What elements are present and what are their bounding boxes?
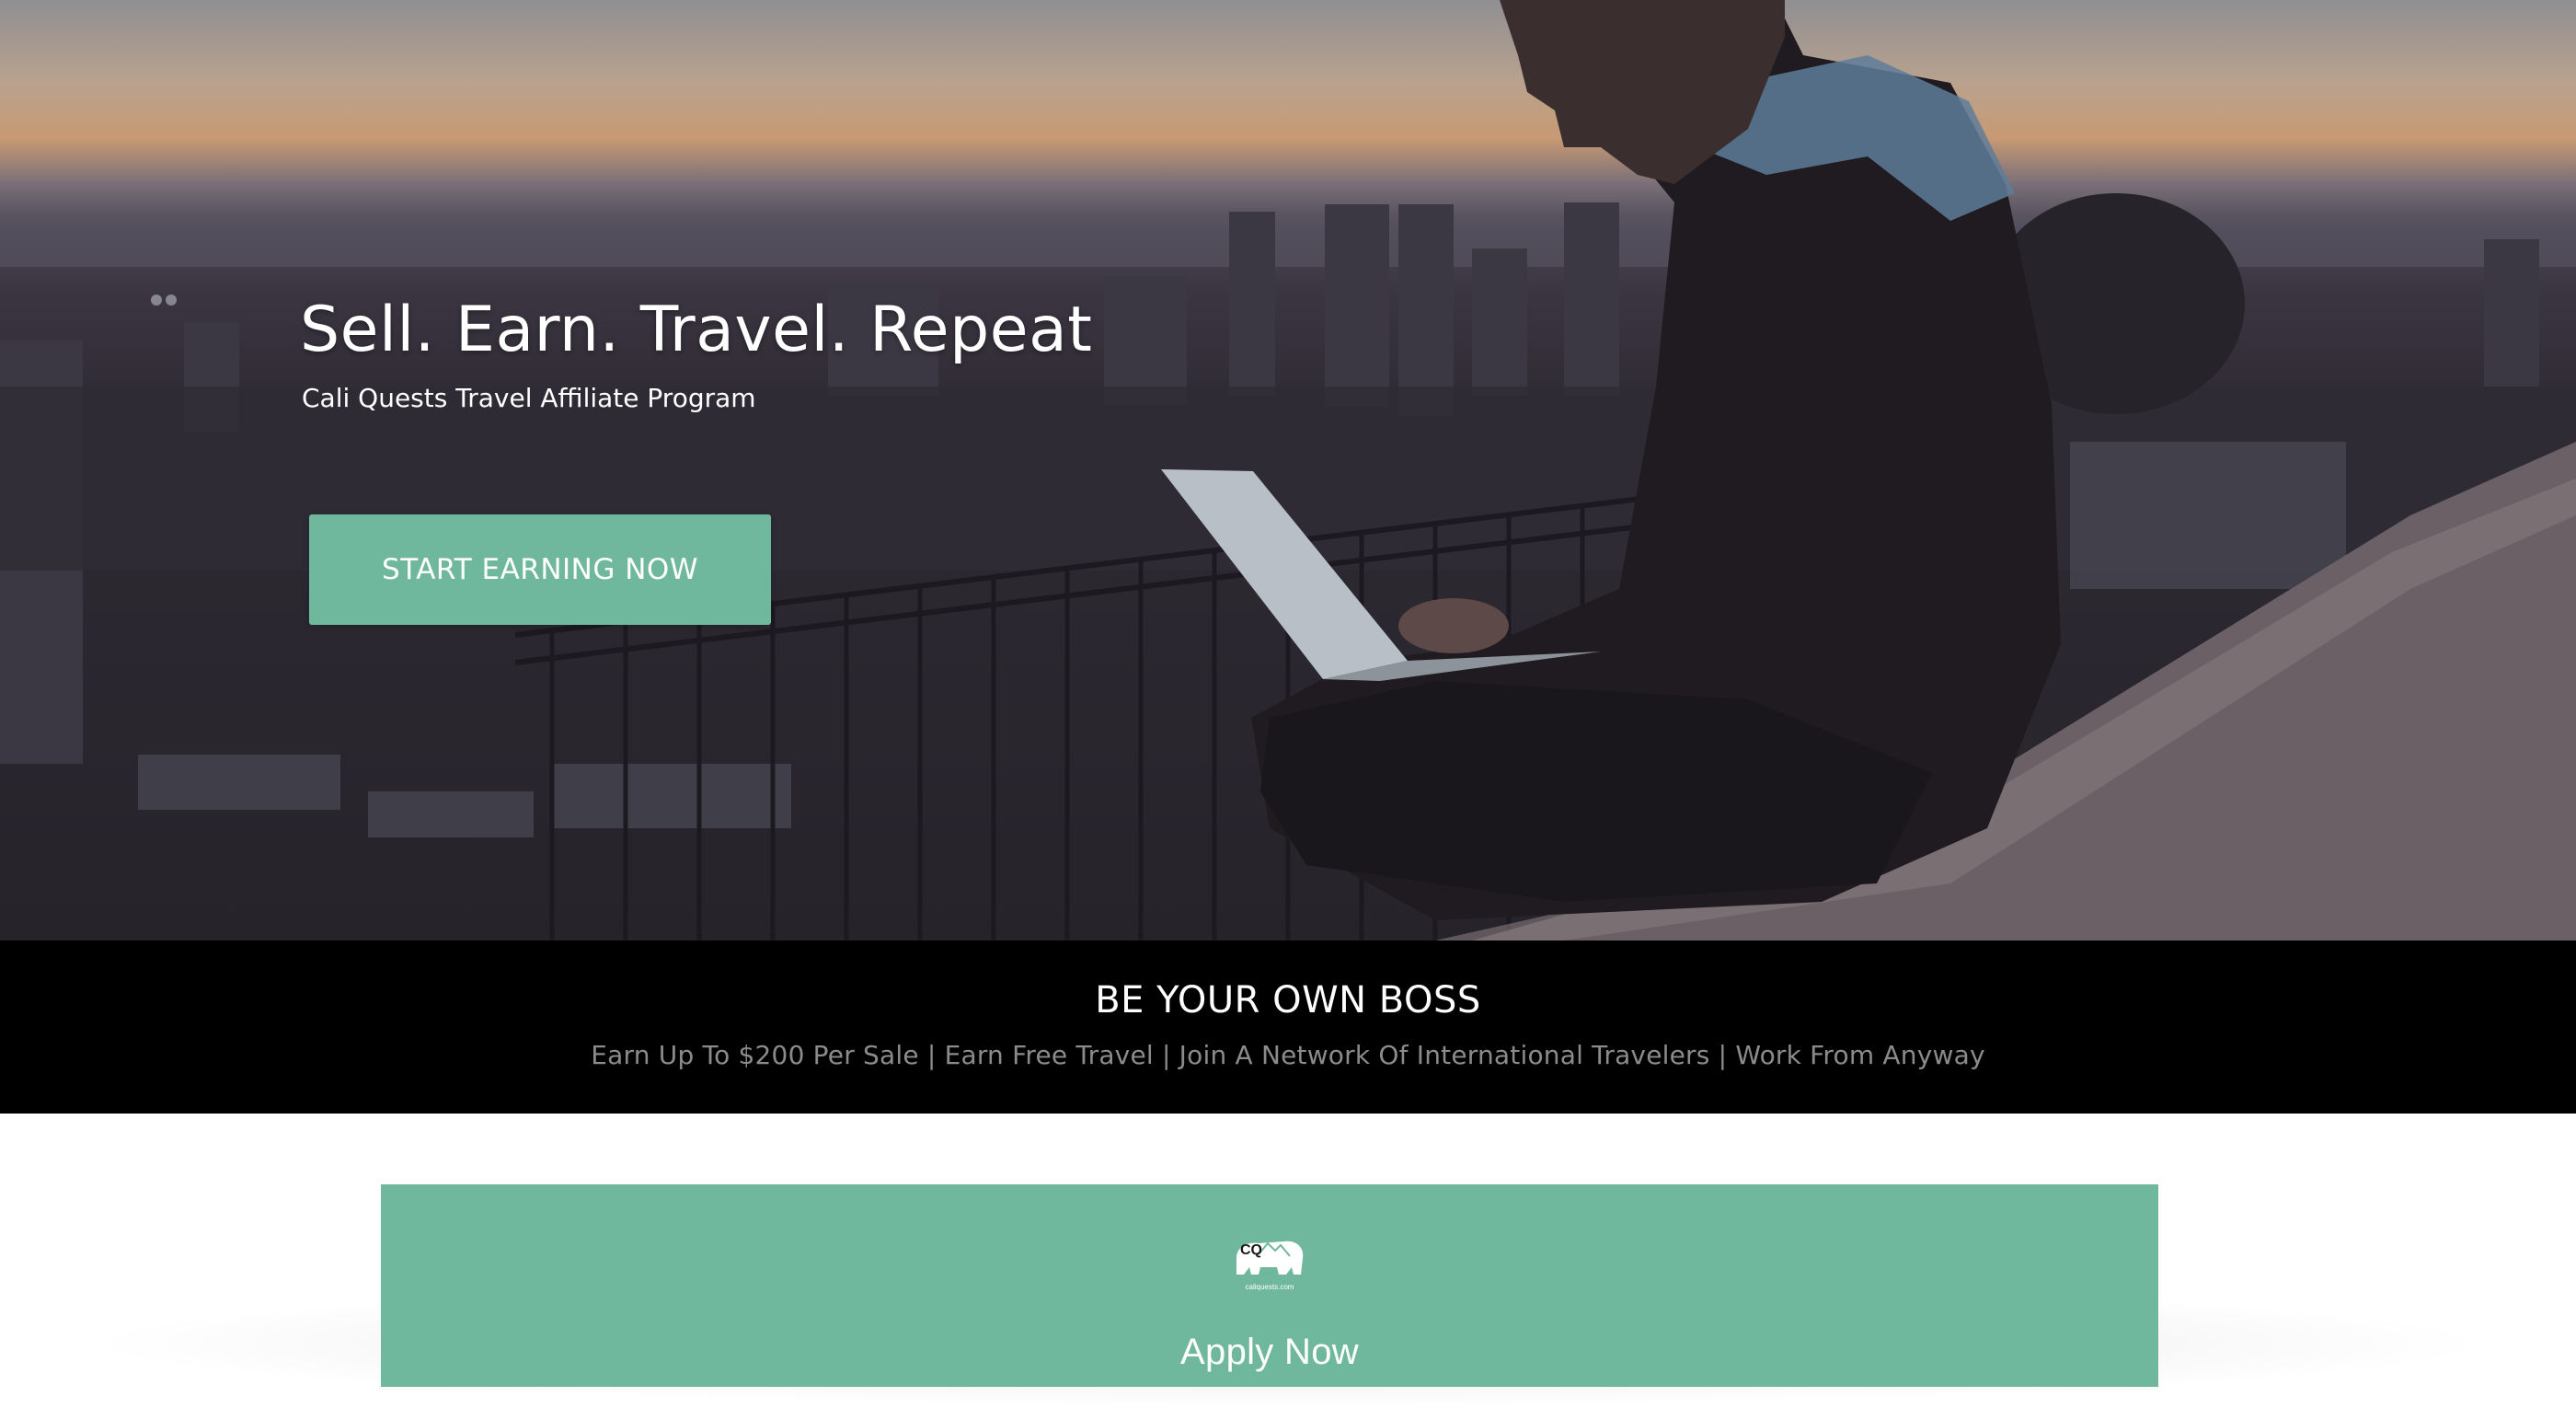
logo-caption: caliquests.com bbox=[1246, 1283, 1294, 1291]
boss-subtitle: Earn Up To $200 Per Sale | Earn Free Tra… bbox=[591, 1040, 1985, 1070]
apply-now-heading[interactable]: Apply Now bbox=[381, 1332, 2158, 1373]
slider-dots[interactable] bbox=[151, 294, 177, 306]
slider-dot[interactable] bbox=[151, 294, 162, 306]
logo-text: CQ bbox=[1240, 1242, 1262, 1258]
hero-section: Sell. Earn. Travel. Repeat Cali Quests T… bbox=[0, 0, 2576, 941]
apply-card: CQ caliquests.com Apply Now bbox=[381, 1184, 2158, 1387]
hero-copy: Sell. Earn. Travel. Repeat Cali Quests T… bbox=[300, 293, 1092, 413]
boss-title: BE YOUR OWN BOSS bbox=[1095, 979, 1481, 1021]
boss-band: BE YOUR OWN BOSS Earn Up To $200 Per Sal… bbox=[0, 941, 2576, 1114]
hero-title: Sell. Earn. Travel. Repeat bbox=[300, 294, 1093, 366]
start-earning-button[interactable]: START EARNING NOW bbox=[309, 514, 771, 625]
apply-section: CQ caliquests.com Apply Now bbox=[0, 1114, 2576, 1408]
cali-quests-logo: CQ caliquests.com bbox=[1236, 1241, 1304, 1291]
hero-background-image bbox=[0, 0, 2576, 941]
hero-subtitle: Cali Quests Travel Affiliate Program bbox=[302, 382, 756, 413]
slider-dot[interactable] bbox=[166, 294, 177, 306]
